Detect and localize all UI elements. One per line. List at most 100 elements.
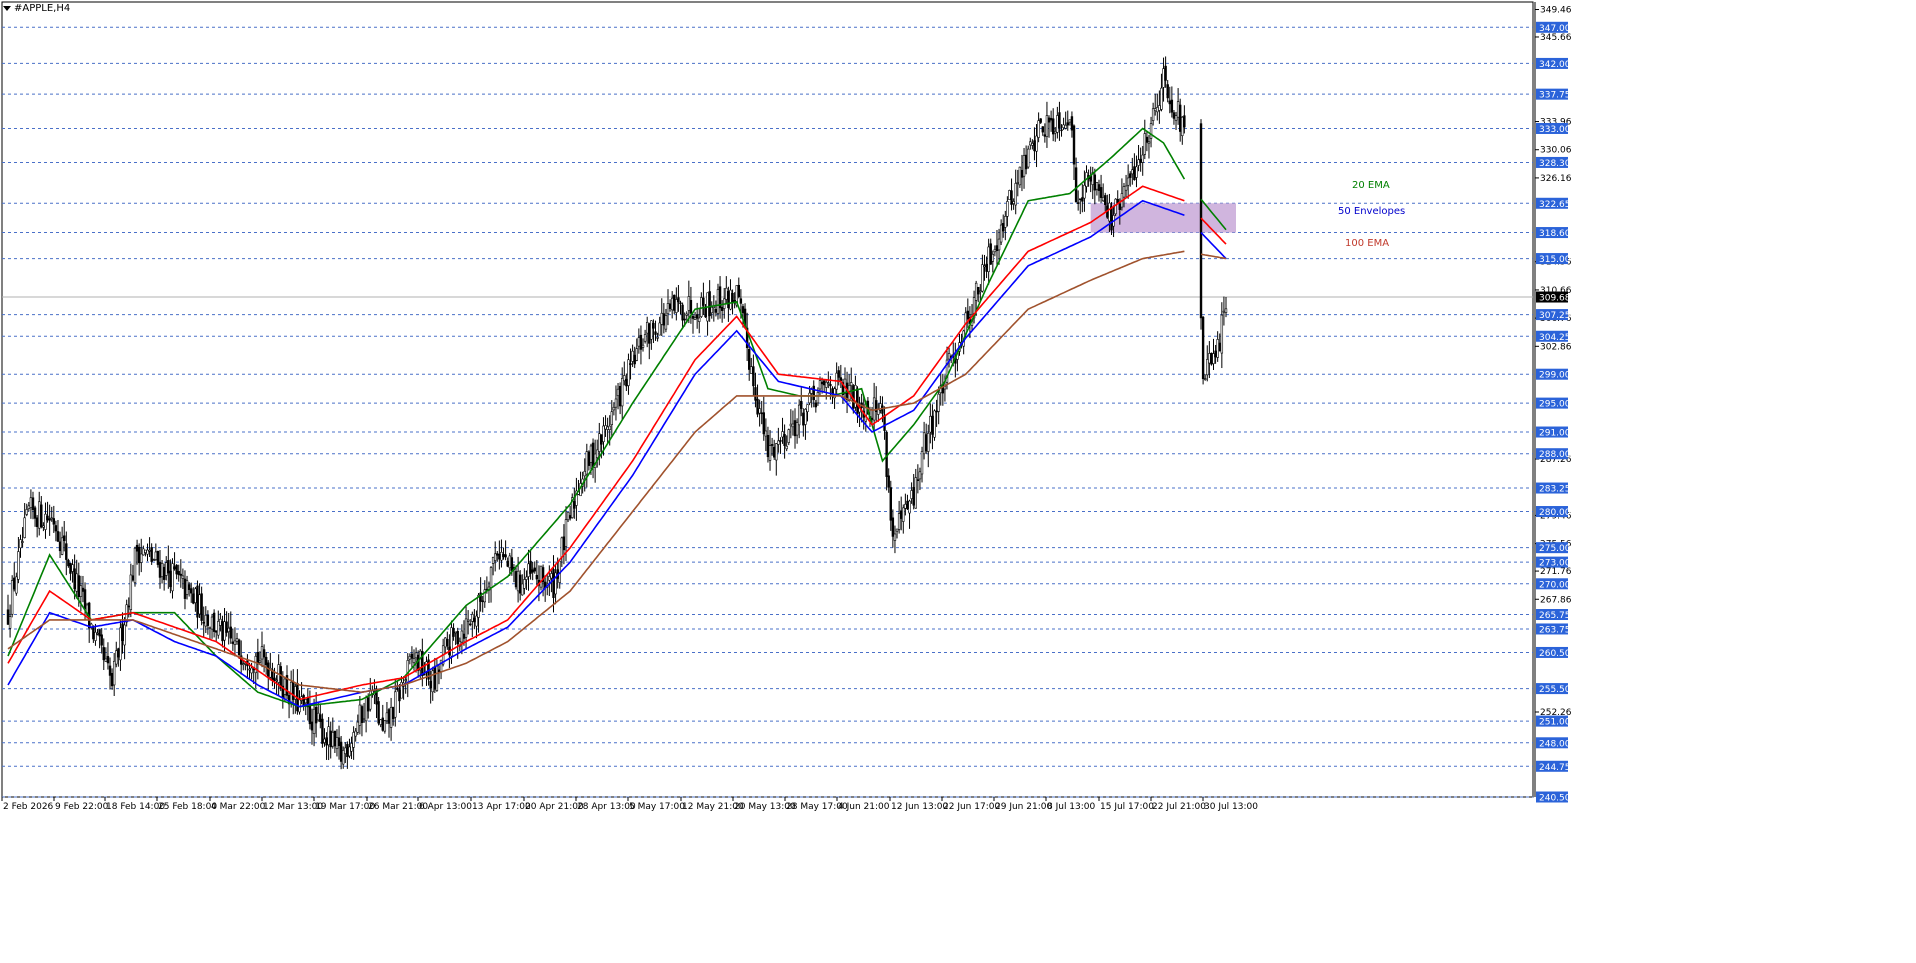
candle-body	[381, 717, 384, 731]
candle-body	[1133, 166, 1136, 181]
candle-body	[516, 570, 520, 592]
candle-body	[171, 563, 174, 592]
candle-body	[770, 444, 774, 446]
candle-body	[1145, 136, 1149, 143]
candle-body	[598, 433, 601, 452]
candle-body	[40, 504, 43, 528]
candle-body	[856, 388, 859, 415]
candle-body	[1118, 203, 1122, 210]
candle-body	[496, 553, 499, 556]
candle-body	[21, 541, 24, 543]
candle-body	[1051, 118, 1055, 135]
candle-body	[275, 679, 278, 682]
candle-body	[260, 646, 264, 660]
candle-body	[1083, 185, 1086, 199]
candle-body	[550, 573, 553, 579]
level-label: 270.00	[1539, 580, 1571, 590]
level-label: 322.65	[1539, 200, 1571, 210]
candle-body	[1072, 125, 1076, 165]
candle-body	[1014, 183, 1017, 206]
candle-body	[346, 744, 349, 758]
candle-body	[450, 627, 453, 657]
level-label: 273.00	[1539, 559, 1571, 569]
candle-body	[500, 551, 503, 561]
candle-body	[850, 382, 853, 386]
candle-body	[623, 375, 626, 382]
candle-body	[716, 289, 720, 314]
candle-body	[1126, 177, 1130, 186]
level-label: 333.00	[1539, 125, 1571, 135]
candle-body	[533, 567, 536, 572]
candle-body	[29, 497, 33, 508]
candle-body	[666, 303, 670, 315]
candle-body	[908, 500, 911, 514]
candle-body	[473, 617, 476, 623]
candle-body	[977, 286, 980, 295]
candle-body	[131, 575, 135, 581]
candle-body	[710, 307, 713, 314]
candle-body	[354, 730, 357, 737]
candle-body	[104, 658, 108, 662]
time-tick-label: 6 Apr 13:00	[419, 802, 472, 812]
candle-body	[658, 322, 661, 336]
chart-menu-triangle-icon[interactable]	[3, 6, 11, 11]
candle-body	[52, 518, 56, 525]
candle-body	[785, 445, 788, 450]
candle-body	[754, 387, 757, 401]
price-chart[interactable]: 349.46345.66333.96330.06326.16314.56310.…	[0, 0, 1916, 963]
candle-body	[262, 649, 266, 658]
candle-body	[643, 334, 647, 342]
candle-body	[664, 315, 668, 330]
candle-body	[637, 337, 641, 347]
candle-body	[689, 299, 693, 314]
candle-body	[481, 600, 484, 603]
candle-body	[23, 517, 26, 538]
candle-body	[77, 575, 80, 598]
candle-body	[839, 377, 843, 382]
candle-body	[1216, 339, 1219, 358]
candle-body	[1039, 118, 1042, 123]
chart-title[interactable]: #APPLE,H4	[3, 3, 70, 14]
plot-area[interactable]	[1, 1, 1534, 798]
candle-body	[573, 501, 576, 509]
candle-body	[914, 477, 917, 509]
candle-body	[691, 315, 695, 319]
candle-body	[475, 615, 478, 627]
candle-body	[1203, 378, 1207, 380]
candle-body	[1160, 87, 1163, 110]
candle-body	[1074, 167, 1078, 203]
candle-body	[937, 393, 940, 412]
level-label: 255.50	[1539, 685, 1571, 695]
candle-body	[585, 451, 589, 475]
candle-body	[102, 647, 105, 661]
level-label: 342.00	[1539, 60, 1571, 70]
candle-body	[317, 712, 320, 721]
candle-body	[1172, 112, 1176, 119]
candle-body	[1166, 84, 1169, 99]
candle-body	[298, 698, 301, 713]
candle-body	[369, 690, 372, 710]
candle	[933, 409, 936, 441]
candle-body	[333, 730, 337, 747]
candle-body	[69, 563, 72, 574]
candle-body	[469, 623, 472, 626]
candle-body	[394, 691, 397, 718]
candle-body	[897, 513, 901, 530]
candle-body	[181, 575, 185, 579]
candle-body	[225, 621, 228, 633]
candle-body	[364, 697, 368, 722]
candle-body	[15, 576, 18, 594]
candle-body	[756, 398, 759, 415]
candle-body	[1143, 133, 1147, 155]
candle-body	[73, 568, 76, 590]
candle-body	[258, 660, 262, 663]
candle-body	[335, 737, 339, 749]
candle-body	[700, 297, 703, 317]
candle-body	[389, 706, 393, 728]
candle-body	[583, 470, 586, 477]
candle-body	[206, 614, 210, 626]
candle-body	[398, 689, 401, 702]
candle-body	[391, 706, 395, 720]
candle-body	[985, 263, 988, 272]
candle-body	[1170, 99, 1174, 113]
